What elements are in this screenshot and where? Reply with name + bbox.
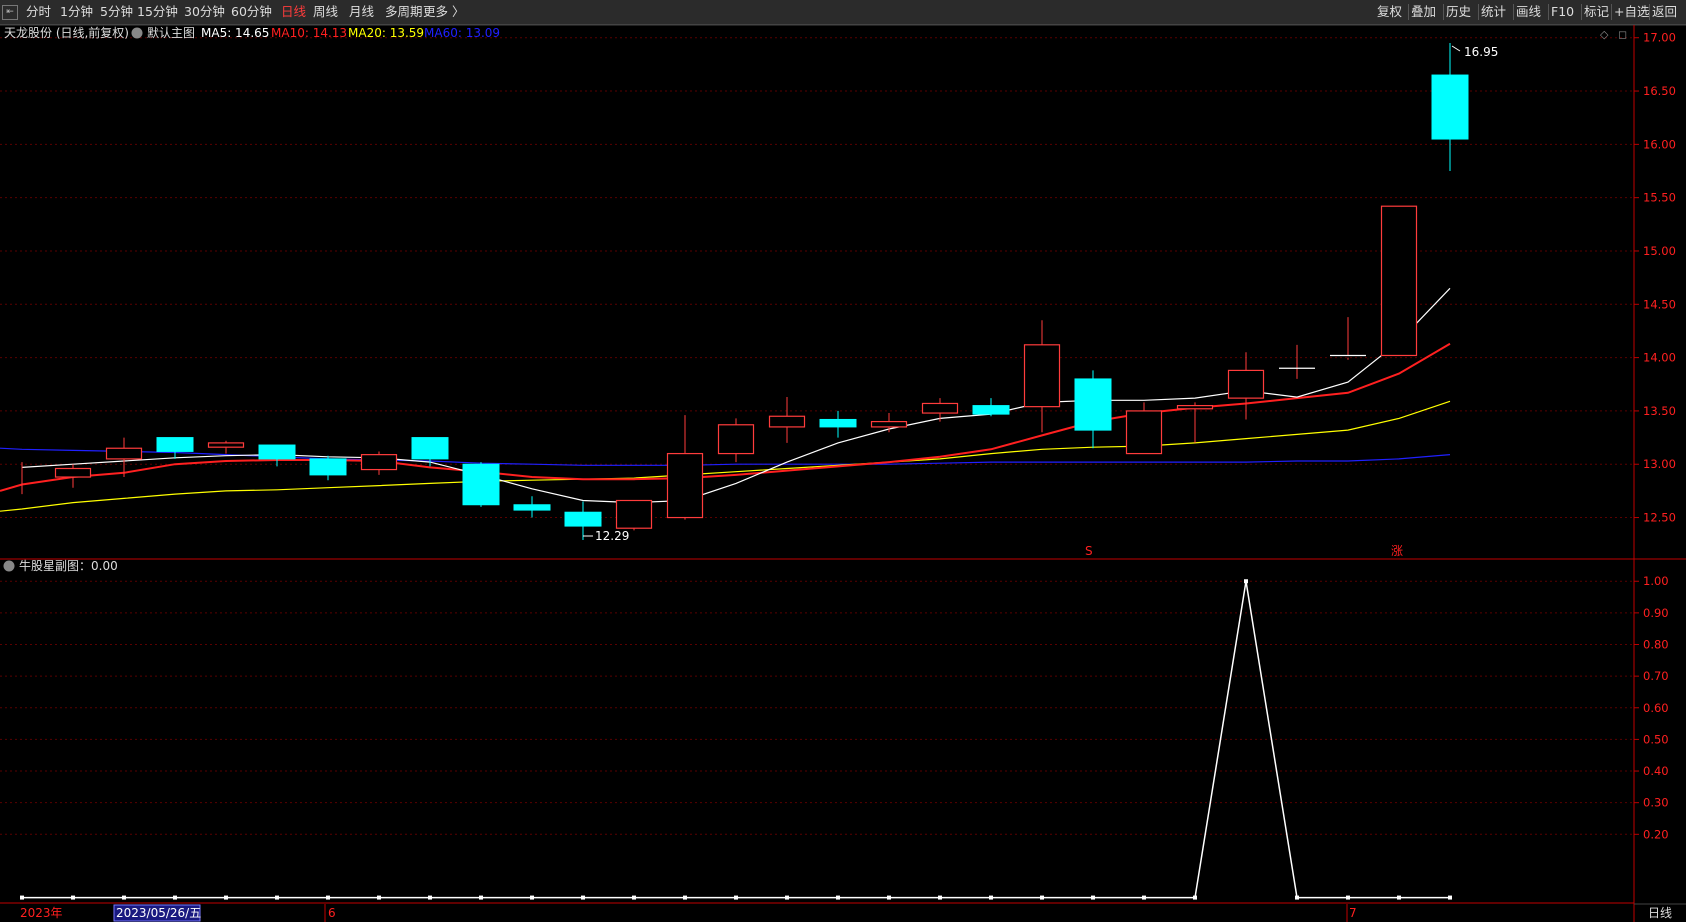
candle (1330, 317, 1366, 360)
ma-legend-3: MA60: 13.09 (424, 26, 500, 40)
main-y-tick-label: 13.50 (1643, 404, 1676, 418)
candle (258, 444, 296, 467)
candle (768, 397, 806, 443)
main-y-tick-label: 16.00 (1643, 137, 1676, 151)
sub-indicator-point (734, 895, 738, 900)
sub-indicator-point (479, 895, 483, 900)
sub-indicator-dropdown-icon[interactable] (3, 560, 15, 572)
main-y-tick-label: 12.50 (1643, 511, 1676, 525)
main-y-tick-label: 15.50 (1643, 191, 1676, 205)
low-annotation: 12.29 (583, 529, 629, 543)
stock-chart[interactable]: 17.00 16.50 16.00 15.50 15.00 14.50 14.00 13.50… (0, 0, 1686, 922)
candle (513, 496, 551, 518)
main-y-tick-label: 14.50 (1643, 297, 1676, 311)
sub-y-tick-label: 0.70 (1643, 669, 1669, 683)
sub-indicator-point (20, 895, 24, 900)
candle (309, 455, 347, 481)
sub-indicator-point (1448, 895, 1452, 900)
candle (717, 418, 755, 463)
candle (972, 398, 1010, 417)
high-annotation: 16.95 (1451, 45, 1498, 59)
svg-text:16.95: 16.95 (1464, 45, 1498, 59)
diamond-icon[interactable]: ◇ (1600, 28, 1609, 41)
candle (1125, 402, 1163, 455)
sub-indicator-point (938, 895, 942, 900)
candle (1380, 205, 1418, 357)
signal-marker-zhang: 涨 (1391, 543, 1403, 558)
year-label: 2023年 (20, 906, 63, 920)
main-y-tick-label: 16.50 (1643, 84, 1676, 98)
candle (666, 415, 704, 520)
sub-indicator-point (989, 895, 993, 900)
month-7-label: 7 (1349, 906, 1357, 920)
sub-indicator-point (785, 895, 789, 900)
sub-indicator-point (1142, 895, 1146, 900)
sub-indicator-point (1244, 579, 1248, 584)
candle (54, 464, 92, 488)
expand-icon[interactable]: ◻ (1618, 28, 1627, 41)
ma-legend-1: MA10: 14.13 (271, 26, 347, 40)
sub-indicator-point (377, 895, 381, 900)
candle (1227, 352, 1265, 420)
ma-legend-2: MA20: 13.59 (348, 26, 424, 40)
sub-indicator-point (836, 895, 840, 900)
sub-indicator-point (326, 895, 330, 900)
sub-y-tick-label: 0.60 (1643, 701, 1669, 715)
sub-y-tick-label: 1.00 (1643, 574, 1669, 588)
sub-y-tick-label: 0.50 (1643, 732, 1669, 746)
sub-indicator-point (581, 895, 585, 900)
sub-indicator-point (173, 895, 177, 900)
main-y-tick-label: 13.00 (1643, 457, 1676, 471)
sub-indicator-point (530, 895, 534, 900)
candle (462, 462, 500, 507)
candle (819, 410, 857, 438)
sub-indicator-point (71, 895, 75, 900)
candle (1431, 43, 1469, 172)
date-box-label: 2023/05/26/五 (116, 906, 201, 920)
sub-y-tick-label: 0.40 (1643, 764, 1669, 778)
indicator-dropdown-icon[interactable] (131, 27, 143, 39)
period-label[interactable]: 日线 (1648, 906, 1672, 920)
sub-y-tick-label: 0.20 (1643, 827, 1669, 841)
sub-indicator-point (683, 895, 687, 900)
ma-legend-0: MA5: 14.65 (201, 26, 269, 40)
candle (870, 413, 908, 433)
candle (921, 398, 959, 422)
stock-title: 天龙股份 (日线,前复权) (4, 25, 129, 40)
sub-indicator-point (1346, 895, 1350, 900)
month-6-label: 6 (328, 906, 336, 920)
sub-indicator-point (1040, 895, 1044, 900)
sub-indicator-point (632, 895, 636, 900)
sub-indicator-point (1091, 895, 1095, 900)
candle (615, 499, 653, 531)
main-y-tick-label: 14.00 (1643, 351, 1676, 365)
sub-y-tick-label: 0.30 (1643, 796, 1669, 810)
ma10-line (0, 342, 1451, 492)
sub-indicator-point (1295, 895, 1299, 900)
candle (207, 440, 245, 454)
candle (360, 451, 398, 475)
sub-y-tick-label: 0.90 (1643, 606, 1669, 620)
sub-indicator-point (1193, 895, 1197, 900)
sub-indicator-title: 牛股星副图：0.00 (19, 558, 118, 573)
main-y-tick-label: 17.00 (1643, 31, 1676, 45)
sub-indicator-point (1397, 895, 1401, 900)
sub-indicator-point (224, 895, 228, 900)
sub-indicator-point (428, 895, 432, 900)
candle (1279, 344, 1315, 379)
candle (1176, 402, 1214, 443)
indicator-name[interactable]: 默认主图 (147, 25, 195, 40)
candle (1023, 320, 1061, 433)
sub-y-tick-label: 0.80 (1643, 638, 1669, 652)
signal-marker-s: S (1085, 544, 1093, 558)
sub-indicator-point (122, 895, 126, 900)
candle (1074, 370, 1112, 449)
sub-indicator-point (887, 895, 891, 900)
svg-text:12.29: 12.29 (595, 529, 629, 543)
main-y-tick-label: 15.00 (1643, 244, 1676, 258)
candle (156, 437, 194, 459)
sub-indicator-point (275, 895, 279, 900)
